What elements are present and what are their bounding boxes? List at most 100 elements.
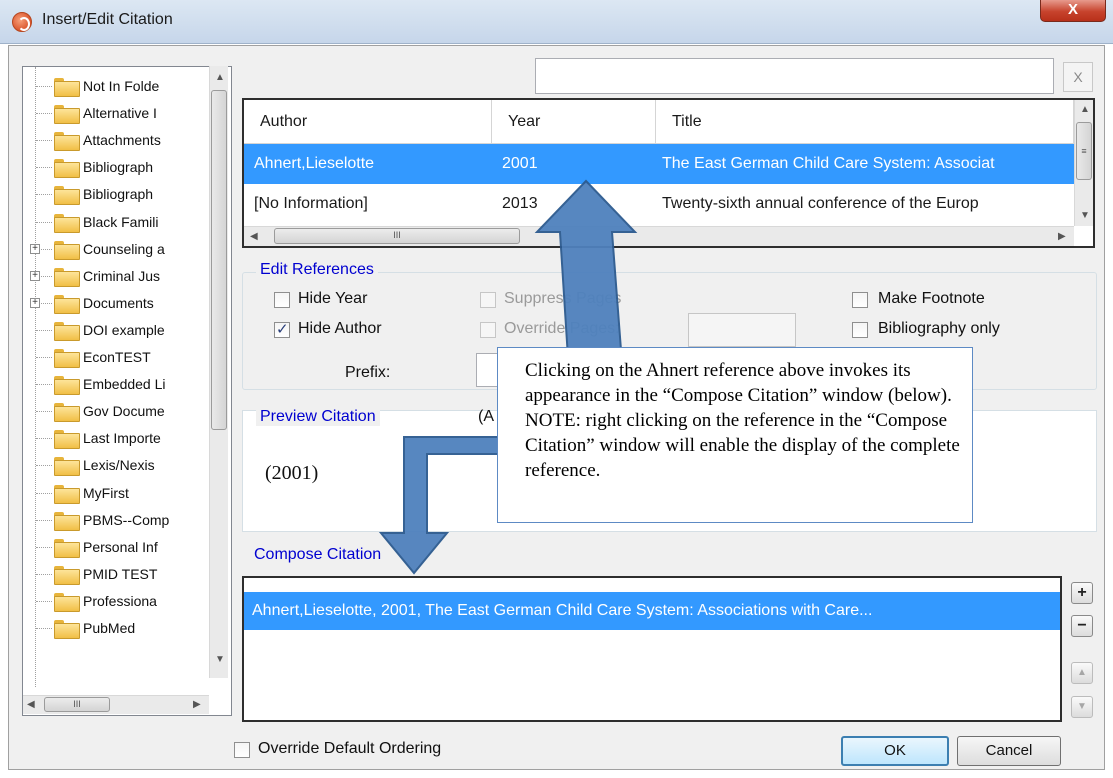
move-up-button[interactable]: ▲	[1071, 662, 1093, 684]
ok-button[interactable]: OK	[841, 736, 949, 766]
folder-item[interactable]: MyFirst	[23, 482, 213, 505]
hide-year-checkbox[interactable]	[274, 292, 290, 308]
scroll-down-icon[interactable]: ▼	[215, 654, 225, 665]
folder-item[interactable]: Alternative I	[23, 102, 213, 125]
bibliography-only-label: Bibliography only	[878, 320, 1000, 337]
folder-item[interactable]: Last Importe	[23, 427, 213, 450]
folder-label: Last Importe	[83, 430, 161, 447]
folder-icon	[54, 484, 80, 504]
folder-label: Criminal Jus	[83, 267, 161, 284]
folder-item[interactable]: + Counseling a	[23, 238, 213, 261]
suppress-pages-label: Suppress Pages	[504, 290, 622, 307]
folder-label: Counseling a	[83, 240, 165, 257]
hide-author-checkbox[interactable]	[274, 320, 290, 338]
folder-icon	[54, 565, 80, 585]
folder-item[interactable]: Embedded Li	[23, 373, 213, 396]
folder-icon	[54, 457, 80, 477]
folder-item[interactable]: Attachments	[23, 129, 213, 152]
folder-item[interactable]: Personal Inf	[23, 536, 213, 559]
expand-icon[interactable]: +	[30, 297, 40, 308]
folder-item[interactable]: Bibliograph	[23, 156, 213, 179]
folder-label: EconTEST	[83, 349, 151, 365]
add-citation-button[interactable]: +	[1071, 582, 1093, 604]
folder-label: DOI example	[83, 321, 165, 338]
folder-item[interactable]: DOI example	[23, 319, 213, 342]
folder-item[interactable]: + Criminal Jus	[23, 265, 213, 288]
expand-icon[interactable]: +	[30, 270, 40, 281]
folder-label: PBMS--Comp	[83, 511, 170, 528]
annotation-callout: Clicking on the Ahnert reference above i…	[497, 347, 973, 523]
folder-item[interactable]: Not In Folde	[23, 75, 213, 98]
override-ordering-checkbox[interactable]	[234, 742, 250, 758]
column-header-year[interactable]: Year	[492, 100, 656, 144]
folder-item[interactable]: PMID TEST	[23, 563, 213, 586]
make-footnote-checkbox[interactable]	[852, 292, 868, 308]
tree-connector	[36, 492, 52, 494]
folder-label: PMID TEST	[83, 565, 158, 582]
folder-icon	[54, 511, 80, 531]
reference-row[interactable]: [No Information] 2013 Twenty-sixth annua…	[244, 184, 1074, 224]
folder-label: Not In Folde	[83, 78, 160, 94]
folder-label: Professiona	[83, 592, 157, 609]
folder-item[interactable]: Lexis/Nexis	[23, 454, 213, 477]
hide-author-label: Hide Author	[298, 320, 382, 337]
grid-hscroll-thumb[interactable]: III	[274, 228, 520, 244]
preview-citation-extra: (A	[478, 408, 494, 425]
expand-icon[interactable]: +	[30, 243, 40, 254]
compose-citation-item[interactable]: Ahnert,Lieselotte, 2001, The East German…	[244, 592, 1060, 630]
folder-tree-scroll-thumb[interactable]	[211, 90, 227, 430]
reference-year: 2013	[502, 195, 538, 212]
scroll-down-icon[interactable]: ▼	[1080, 210, 1090, 221]
reference-row[interactable]: Ahnert,Lieselotte 2001 The East German C…	[244, 144, 1074, 184]
folder-label: MyFirst	[83, 484, 129, 501]
folder-item[interactable]: Black Famili	[23, 211, 213, 234]
override-ordering-label: Override Default Ordering	[258, 740, 442, 757]
folder-item[interactable]: EconTEST	[23, 346, 213, 369]
reference-title: Twenty-sixth annual conference of the Eu…	[662, 195, 979, 212]
folder-icon	[54, 105, 80, 125]
folder-icon	[54, 349, 80, 368]
tree-connector	[36, 86, 52, 87]
scroll-left-icon[interactable]: ◀	[250, 231, 258, 242]
insert-edit-citation-dialog: Insert/Edit Citation X Not In Folde Alter…	[0, 0, 1113, 778]
bibliography-only-checkbox[interactable]	[852, 322, 868, 338]
scroll-up-icon[interactable]: ▲	[1080, 104, 1090, 115]
scroll-right-icon[interactable]: ▶	[1058, 231, 1066, 242]
tree-connector	[36, 140, 52, 142]
compose-citation-list[interactable]: Ahnert,Lieselotte, 2001, The East German…	[242, 576, 1062, 722]
remove-citation-button[interactable]: −	[1071, 615, 1093, 637]
column-header-author[interactable]: Author	[244, 100, 492, 144]
folder-label: Gov Docume	[83, 403, 165, 420]
suppress-pages-checkbox[interactable]	[480, 292, 496, 308]
scroll-right-icon[interactable]: ▶	[193, 699, 201, 710]
override-pages-checkbox[interactable]	[480, 322, 496, 338]
folder-icon	[54, 267, 80, 287]
folder-icon	[54, 321, 80, 341]
grid-vscroll-thumb[interactable]: ≡	[1076, 122, 1092, 180]
folder-item[interactable]: Bibliograph	[23, 183, 213, 206]
column-header-title[interactable]: Title	[656, 100, 1074, 144]
reference-title: The East German Child Care System: Assoc…	[662, 155, 995, 172]
cancel-button[interactable]: Cancel	[957, 736, 1061, 766]
tree-connector	[36, 519, 52, 521]
folder-item[interactable]: Professiona	[23, 590, 213, 613]
tree-connector	[36, 411, 52, 413]
scroll-left-icon[interactable]: ◀	[27, 699, 35, 710]
folder-label: Alternative I	[83, 105, 157, 122]
tree-connector	[36, 600, 52, 602]
tree-connector	[36, 384, 52, 386]
search-input[interactable]	[535, 58, 1054, 94]
scroll-up-icon[interactable]: ▲	[215, 72, 225, 83]
move-down-button[interactable]: ▼	[1071, 696, 1093, 718]
folder-item[interactable]: Gov Docume	[23, 400, 213, 423]
tree-connector	[36, 573, 52, 575]
folder-item[interactable]: PBMS--Comp	[23, 509, 213, 532]
folder-item[interactable]: PubMed	[23, 617, 213, 640]
folder-item[interactable]: + Documents	[23, 292, 213, 315]
close-button[interactable]: X	[1040, 0, 1106, 22]
folder-tree-hscroll-thumb[interactable]: III	[44, 697, 110, 712]
folder-icon	[54, 294, 80, 314]
folder-label: Bibliograph	[83, 159, 154, 176]
override-pages-input[interactable]	[688, 313, 796, 347]
clear-search-button[interactable]: X	[1063, 62, 1093, 92]
